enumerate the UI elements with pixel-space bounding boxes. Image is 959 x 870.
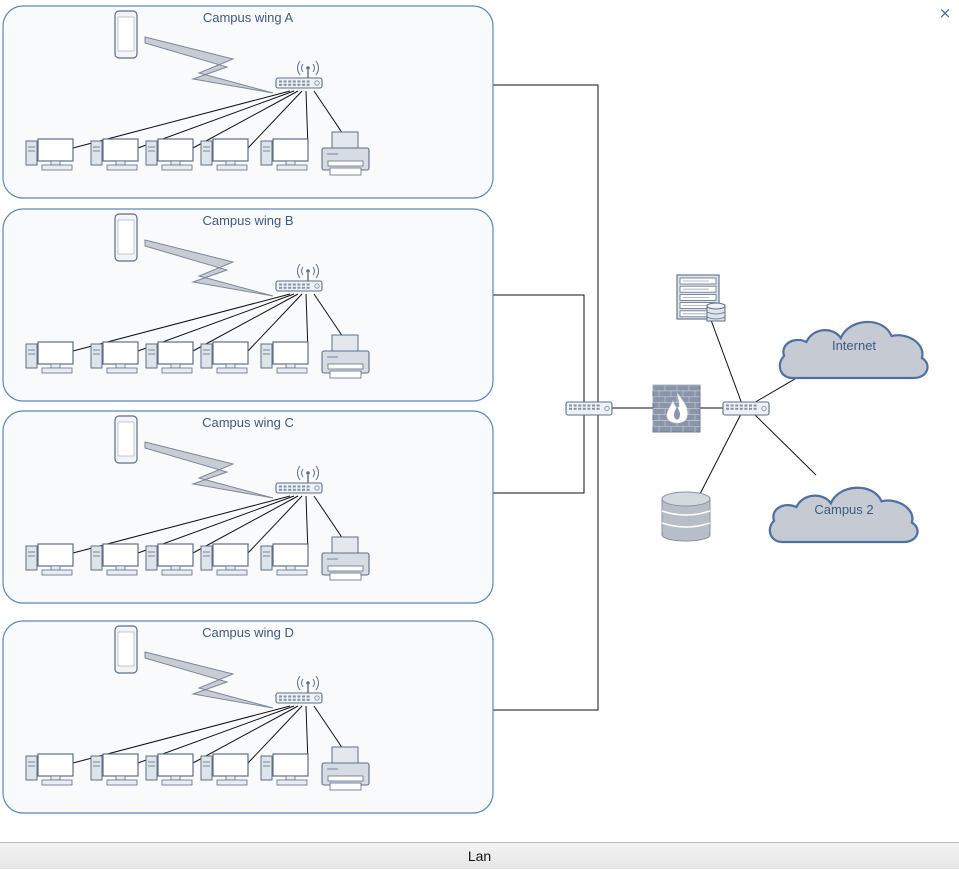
campus-wing-d: Campus wing D: [2, 620, 494, 814]
campus-wing-c: Campus wing C: [2, 410, 494, 604]
desktop-computer-icon[interactable]: [200, 138, 249, 171]
desktop-computer-icon[interactable]: [260, 543, 309, 576]
desktop-computer-icon[interactable]: [145, 138, 194, 171]
campus-wing-b: Campus wing B: [2, 208, 494, 402]
network-diagram-canvas: Campus wing A Campus wing B Campus wing C C…: [2, 5, 959, 814]
server-rack-icon[interactable]: [676, 274, 726, 322]
campus-wing-a-label: Campus wing A: [203, 10, 294, 25]
mobile-phone-icon: [114, 213, 138, 262]
desktop-computer-icon[interactable]: [25, 753, 74, 786]
mobile-phone-icon: [114, 10, 138, 59]
desktop-computer-icon[interactable]: [200, 753, 249, 786]
desktop-computer-icon[interactable]: [25, 138, 74, 171]
database-icon[interactable]: [661, 491, 711, 542]
desktop-computer-icon[interactable]: [200, 543, 249, 576]
desktop-computer-icon[interactable]: [25, 341, 74, 374]
desktop-computer-icon[interactable]: [25, 543, 74, 576]
mobile-phone-icon: [114, 625, 138, 674]
close-button[interactable]: ×: [936, 4, 954, 22]
switch-to-database-link: [699, 411, 743, 495]
internet-label: Internet: [832, 338, 876, 353]
switch-to-campus2-link: [751, 411, 817, 476]
campus2-label: Campus 2: [814, 502, 873, 517]
mobile-phone-icon: [114, 415, 138, 464]
desktop-computer-icon[interactable]: [260, 341, 309, 374]
distribution-switch-icon[interactable]: [565, 401, 613, 416]
campus-wing-d-label: Campus wing D: [202, 625, 294, 640]
desktop-computer-icon[interactable]: [145, 543, 194, 576]
desktop-computer-icon[interactable]: [90, 341, 139, 374]
campus-wing-a: Campus wing A: [2, 5, 494, 199]
footer-title: Lan: [467, 848, 492, 864]
desktop-computer-icon[interactable]: [90, 753, 139, 786]
desktop-computer-icon[interactable]: [200, 341, 249, 374]
desktop-computer-icon[interactable]: [260, 753, 309, 786]
switch-to-server-link: [710, 319, 743, 405]
switch-to-internet-link: [751, 375, 801, 405]
campus-wings-layer: Campus wing A Campus wing B Campus wing C C…: [2, 5, 494, 814]
core-switch-icon[interactable]: [722, 401, 770, 416]
desktop-computer-icon[interactable]: [260, 138, 309, 171]
footer-bar: Lan: [0, 842, 959, 869]
desktop-computer-icon[interactable]: [90, 138, 139, 171]
campus-wing-b-label: Campus wing B: [202, 213, 293, 228]
campus-wing-c-label: Campus wing C: [202, 415, 294, 430]
firewall-icon[interactable]: [652, 384, 701, 433]
cloud-icon[interactable]: Campus 2: [770, 488, 918, 542]
desktop-computer-icon[interactable]: [90, 543, 139, 576]
cloud-icon[interactable]: Internet: [780, 322, 928, 378]
desktop-computer-icon[interactable]: [145, 753, 194, 786]
desktop-computer-icon[interactable]: [145, 341, 194, 374]
